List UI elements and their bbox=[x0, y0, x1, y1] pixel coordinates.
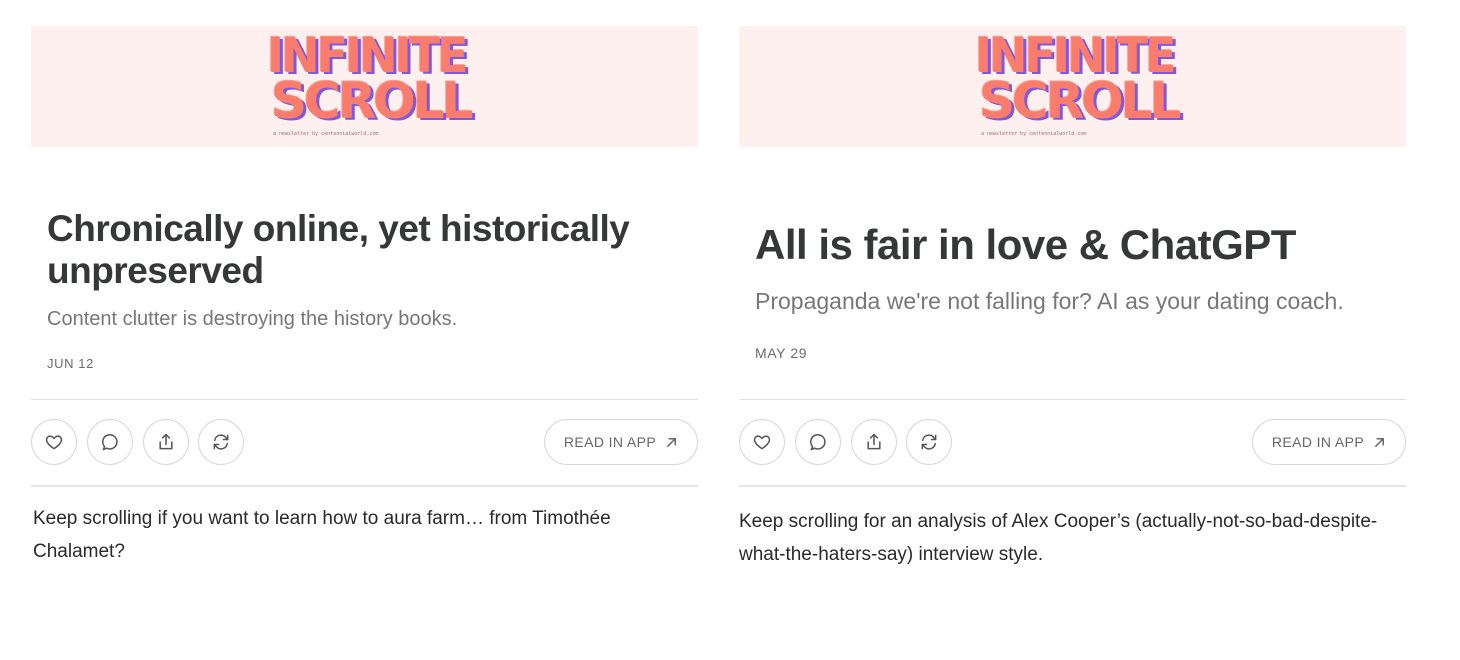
post-date: JUN 12 bbox=[47, 356, 94, 371]
post-date: MAY 29 bbox=[755, 345, 808, 361]
like-button[interactable] bbox=[31, 419, 77, 465]
divider bbox=[739, 485, 1406, 487]
divider bbox=[31, 399, 698, 400]
post-teaser: Keep scrolling if you want to learn how … bbox=[33, 508, 611, 562]
share-icon bbox=[867, 433, 881, 450]
restack-button[interactable] bbox=[198, 419, 244, 465]
divider bbox=[739, 399, 1406, 400]
logo-tagline: a newsletter by centennialworld.com bbox=[981, 131, 1087, 137]
logo-line-2: SCROLL bbox=[271, 72, 473, 130]
restack-button[interactable] bbox=[906, 419, 952, 465]
logo-line-2: SCROLL bbox=[979, 72, 1181, 130]
post-subtitle: Content clutter is destroying the histor… bbox=[47, 308, 458, 330]
read-in-app-label: READ IN APP bbox=[563, 434, 657, 450]
post-banner[interactable]: INFINITE SCROLL a newsletter by centenni… bbox=[739, 26, 1406, 147]
restack-icon bbox=[921, 434, 937, 450]
post-card: INFINITE SCROLL a newsletter by centenni… bbox=[739, 26, 1406, 586]
post-title[interactable]: Chronically online, yet historically unp… bbox=[47, 208, 687, 292]
read-in-app-label: READ IN APP bbox=[1271, 434, 1365, 450]
read-in-app-button[interactable]: READ IN APP bbox=[544, 419, 698, 465]
share-button[interactable] bbox=[143, 419, 189, 465]
arrow-up-right-icon bbox=[667, 437, 677, 447]
comment-button[interactable] bbox=[795, 419, 841, 465]
share-icon bbox=[159, 433, 173, 450]
post-title[interactable]: All is fair in love & ChatGPT bbox=[755, 222, 1395, 268]
post-subtitle: Propaganda we're not falling for? AI as … bbox=[755, 288, 1344, 314]
post-banner[interactable]: INFINITE SCROLL a newsletter by centenni… bbox=[31, 26, 698, 147]
heart-icon bbox=[753, 435, 771, 450]
like-button[interactable] bbox=[739, 419, 785, 465]
post-teaser: Keep scrolling for an analysis of Alex C… bbox=[739, 511, 1378, 565]
post-card: INFINITE SCROLL a newsletter by centenni… bbox=[31, 26, 698, 586]
comment-button[interactable] bbox=[87, 419, 133, 465]
share-button[interactable] bbox=[851, 419, 897, 465]
heart-icon bbox=[45, 435, 63, 450]
divider bbox=[31, 485, 698, 487]
read-in-app-button[interactable]: READ IN APP bbox=[1252, 419, 1406, 465]
infinite-scroll-logo: INFINITE SCROLL a newsletter by centenni… bbox=[265, 31, 473, 142]
comment-icon bbox=[810, 434, 826, 451]
comment-icon bbox=[102, 434, 118, 451]
restack-icon bbox=[213, 434, 229, 450]
infinite-scroll-logo: INFINITE SCROLL a newsletter by centenni… bbox=[973, 31, 1181, 142]
arrow-up-right-icon bbox=[1375, 437, 1385, 447]
logo-tagline: a newsletter by centennialworld.com bbox=[273, 131, 379, 137]
